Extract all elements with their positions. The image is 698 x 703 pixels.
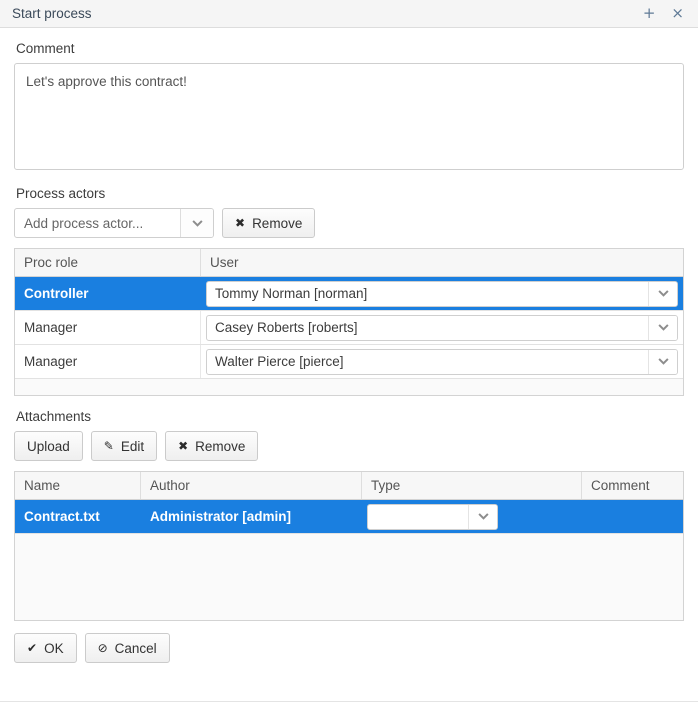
attachments-header-row: Name Author Type Comment [15,472,683,500]
table-row[interactable]: Manager Casey Roberts [roberts] [15,311,683,345]
check-icon: ✔ [27,641,38,655]
edit-attachment-button[interactable]: ✎ Edit [90,431,158,461]
ok-button-label: OK [44,640,64,656]
user-select-value: Casey Roberts [roberts] [215,320,358,335]
dialog-content: Comment Process actors Add process actor… [0,41,698,621]
column-header-name[interactable]: Name [15,472,141,499]
column-header-author[interactable]: Author [141,472,362,499]
user-select[interactable]: Casey Roberts [roberts] [206,314,678,341]
close-icon[interactable]: × [671,6,684,21]
remove-attachment-button[interactable]: ✖ Remove [165,431,259,461]
attachment-type-value [368,505,468,529]
process-actors-table: Proc role User Controller Tommy Norman [… [14,248,684,396]
comment-label: Comment [16,41,75,56]
attachments-label: Attachments [16,409,92,424]
dialog-bottom-divider [0,701,698,702]
table-row[interactable]: Contract.txt Administrator [admin] [15,500,683,534]
user-select-value: Walter Pierce [pierce] [215,354,344,369]
attachments-toolbar: Upload ✎ Edit ✖ Remove [14,431,684,461]
close-x-icon: ✖ [178,439,189,453]
edit-attachment-label: Edit [120,438,145,454]
chevron-down-icon [468,504,497,529]
user-select[interactable]: Tommy Norman [norman] [206,280,678,307]
table-row[interactable]: Controller Tommy Norman [norman] [15,277,683,311]
plus-icon[interactable]: + [643,6,656,21]
cell-user: Walter Pierce [pierce] [201,345,683,378]
ok-button[interactable]: ✔ OK [14,633,77,663]
user-select-value: Tommy Norman [norman] [215,286,368,301]
table-row[interactable]: Manager Walter Pierce [pierce] [15,345,683,379]
cancel-button[interactable]: ⊘ Cancel [84,633,170,663]
column-header-comment[interactable]: Comment [582,472,683,499]
attachments-table: Name Author Type Comment Contract.txt Ad… [14,471,684,621]
window-title: Start process [12,6,92,21]
cell-author: Administrator [admin] [141,500,362,533]
upload-button-label: Upload [27,438,70,454]
chevron-down-icon [648,315,677,340]
titlebar-actions: + × [643,6,688,21]
remove-process-actor-label: Remove [252,215,303,231]
close-x-icon: ✖ [235,216,246,230]
remove-attachment-label: Remove [195,438,246,454]
pencil-icon: ✎ [103,439,114,453]
cell-proc-role: Manager [15,345,201,378]
process-actors-toolbar: Add process actor... ✖ Remove [14,208,684,238]
cell-type [362,500,582,533]
cell-proc-role: Manager [15,311,201,344]
chevron-down-icon [180,209,213,237]
attachments-table-empty-area [15,534,683,620]
remove-process-actor-button[interactable]: ✖ Remove [222,208,316,238]
cell-name: Contract.txt [15,500,141,533]
attachment-type-select[interactable] [367,503,498,530]
cell-proc-role: Controller [15,277,201,310]
process-actors-label: Process actors [16,186,106,201]
user-select[interactable]: Walter Pierce [pierce] [206,348,678,375]
add-process-actor-value: Add process actor... [24,215,144,231]
add-process-actor-select[interactable]: Add process actor... [14,208,214,238]
window-titlebar: Start process + × [0,0,698,28]
dialog-footer: ✔ OK ⊘ Cancel [0,621,698,663]
column-header-user[interactable]: User [201,249,683,276]
cell-user: Casey Roberts [roberts] [201,311,683,344]
cell-comment [582,500,683,533]
cell-user: Tommy Norman [norman] [201,277,683,310]
process-actors-table-empty-area [15,379,683,395]
ban-icon: ⊘ [97,641,108,655]
chevron-down-icon [648,349,677,374]
comment-input[interactable] [14,63,684,170]
column-header-proc-role[interactable]: Proc role [15,249,201,276]
cancel-button-label: Cancel [114,640,157,656]
upload-button[interactable]: Upload [14,431,83,461]
chevron-down-icon [648,281,677,306]
process-actors-header-row: Proc role User [15,249,683,277]
column-header-type[interactable]: Type [362,472,582,499]
